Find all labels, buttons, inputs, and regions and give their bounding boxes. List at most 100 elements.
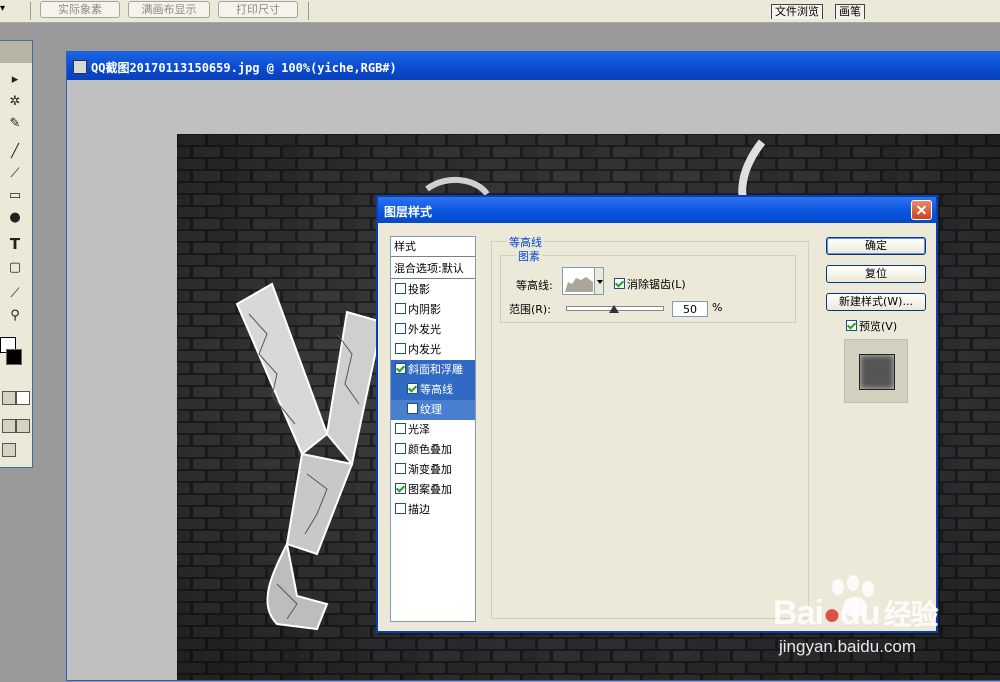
document-title: QQ截图20170113150659.jpg @ 100%(yiche,RGB#… — [91, 61, 397, 75]
dodge-icon[interactable]: ● — [4, 209, 26, 227]
style-item-label: 内阴影 — [408, 303, 441, 316]
contour-curve-icon — [565, 277, 593, 292]
style-item-inner-shadow[interactable]: 内阴影 — [391, 300, 475, 320]
style-list: 样式 混合选项:默认 投影 内阴影 外发光 内发光 斜面和浮雕 等高线 纹理 光… — [390, 236, 476, 622]
paw-icon: ● — [822, 598, 841, 631]
style-item-label: 渐变叠加 — [408, 463, 452, 476]
antialias-label: 消除锯齿(L) — [627, 278, 686, 291]
style-item-label: 外发光 — [408, 323, 441, 336]
magic-wand-icon[interactable]: ✲ — [4, 93, 26, 111]
divider — [30, 2, 31, 20]
style-item-color-overlay[interactable]: 颜色叠加 — [391, 440, 475, 460]
range-input[interactable]: 50 — [672, 301, 708, 317]
tab-brushes[interactable]: 画笔 — [835, 4, 865, 19]
type-icon[interactable]: T — [4, 235, 26, 253]
eyedropper-icon[interactable]: ⟋ — [4, 285, 26, 303]
style-item-gradient-overlay[interactable]: 渐变叠加 — [391, 460, 475, 480]
style-item-label: 光泽 — [408, 423, 430, 436]
brand-left: Bai — [773, 594, 824, 632]
style-item-drop-shadow[interactable]: 投影 — [391, 280, 475, 300]
style-item-bevel-emboss[interactable]: 斜面和浮雕 — [391, 360, 475, 380]
reset-button[interactable]: 复位 — [826, 265, 926, 283]
actual-pixels-button[interactable]: 实际象素 — [40, 1, 120, 18]
contour-preview[interactable] — [562, 267, 596, 295]
standard-mode-icon[interactable] — [2, 391, 16, 405]
divider — [308, 2, 309, 20]
style-item-label: 等高线 — [420, 383, 453, 396]
elements-group-title: 图素 — [516, 248, 542, 264]
range-slider-thumb[interactable] — [609, 305, 619, 313]
antialias-option[interactable]: 消除锯齿(L) — [614, 276, 686, 292]
ok-button[interactable]: 确定 — [826, 237, 926, 255]
toolbox-header-icon[interactable] — [0, 41, 32, 63]
style-item-inner-glow[interactable]: 内发光 — [391, 340, 475, 360]
style-item-label: 描边 — [408, 503, 430, 516]
screen-mode-icon[interactable] — [2, 419, 16, 433]
move-icon[interactable]: ▸ — [4, 71, 26, 89]
tab-file-browser[interactable]: 文件浏览 — [771, 4, 823, 19]
healing-brush-icon[interactable]: ✎ — [4, 115, 26, 133]
style-item-label: 纹理 — [420, 403, 442, 416]
checkbox-icon[interactable] — [395, 423, 406, 434]
watermark-url: jingyan.baidu.com — [779, 637, 917, 656]
checkbox-icon[interactable] — [395, 303, 406, 314]
quick-mask-icon[interactable] — [16, 391, 30, 405]
brush-icon[interactable]: ╱ — [4, 143, 26, 161]
tool-preset-dropdown[interactable]: ▾ — [0, 0, 20, 20]
checkbox-icon[interactable] — [407, 403, 418, 414]
checkbox-checked-icon[interactable] — [407, 383, 418, 394]
style-item-label: 投影 — [408, 283, 430, 296]
style-item-outer-glow[interactable]: 外发光 — [391, 320, 475, 340]
brand-cn: 经验 — [883, 599, 939, 630]
layer-style-dialog: 图层样式 样式 混合选项:默认 投影 内阴影 外发光 内发光 斜面和浮雕 等高线… — [376, 195, 938, 633]
color-swatches[interactable] — [0, 337, 22, 367]
contour-label: 等高线: — [516, 279, 553, 292]
range-label: 范围(R): — [509, 303, 551, 316]
options-bar: ▾ 实际象素 满画布显示 打印尺寸 文件浏览 画笔 — [0, 0, 1000, 23]
checkbox-checked-icon[interactable] — [846, 320, 857, 331]
checkbox-checked-icon[interactable] — [395, 363, 406, 374]
shape-icon[interactable]: ▢ — [4, 259, 26, 277]
preview-label: 预览(V) — [859, 320, 898, 333]
document-icon — [73, 60, 87, 74]
style-item-satin[interactable]: 光泽 — [391, 420, 475, 440]
dialog-title: 图层样式 — [384, 205, 433, 219]
checkbox-icon[interactable] — [395, 443, 406, 454]
style-item-label: 斜面和浮雕 — [408, 363, 463, 376]
background-color-swatch[interactable] — [6, 349, 22, 365]
brand-right: du — [840, 594, 881, 632]
print-size-button[interactable]: 打印尺寸 — [218, 1, 298, 18]
checkbox-icon[interactable] — [395, 283, 406, 294]
zoom-icon[interactable]: ⚲ — [4, 307, 26, 325]
new-style-button[interactable]: 新建样式(W)... — [826, 293, 926, 311]
close-icon[interactable] — [911, 200, 932, 220]
style-item-label: 颜色叠加 — [408, 443, 452, 456]
style-list-header[interactable]: 样式 — [391, 237, 475, 257]
checkbox-checked-icon[interactable] — [395, 483, 406, 494]
style-preview — [844, 339, 908, 403]
jump-to-imageready-icon[interactable] — [2, 443, 16, 457]
blending-options-item[interactable]: 混合选项:默认 — [391, 259, 475, 279]
fit-on-screen-button[interactable]: 满画布显示 — [128, 1, 210, 18]
checkbox-icon[interactable] — [395, 503, 406, 514]
checkbox-icon[interactable] — [395, 323, 406, 334]
preview-option[interactable]: 预览(V) — [846, 318, 897, 334]
toolbox: ▸ ✲ ✎ ╱ ⟋ ▭ ● T ▢ ⟋ ⚲ — [0, 40, 33, 468]
document-titlebar[interactable]: QQ截图20170113150659.jpg @ 100%(yiche,RGB#… — [67, 52, 1000, 80]
style-item-stroke[interactable]: 描边 — [391, 500, 475, 520]
checkbox-checked-icon[interactable] — [614, 278, 625, 289]
style-item-texture[interactable]: 纹理 — [391, 400, 475, 420]
gradient-icon[interactable]: ▭ — [4, 187, 26, 205]
dialog-titlebar[interactable]: 图层样式 — [378, 197, 936, 223]
range-unit: % — [712, 301, 723, 314]
preview-swatch — [859, 354, 895, 390]
style-item-contour[interactable]: 等高线 — [391, 380, 475, 400]
style-item-label: 内发光 — [408, 343, 441, 356]
history-brush-icon[interactable]: ⟋ — [4, 165, 26, 183]
checkbox-icon[interactable] — [395, 343, 406, 354]
contour-dropdown-icon[interactable] — [594, 267, 604, 295]
baidu-jingyan-watermark: Bai●du 经验 jingyan.baidu.com — [773, 575, 1000, 679]
checkbox-icon[interactable] — [395, 463, 406, 474]
style-item-pattern-overlay[interactable]: 图案叠加 — [391, 480, 475, 500]
full-screen-mode-icon[interactable] — [16, 419, 30, 433]
